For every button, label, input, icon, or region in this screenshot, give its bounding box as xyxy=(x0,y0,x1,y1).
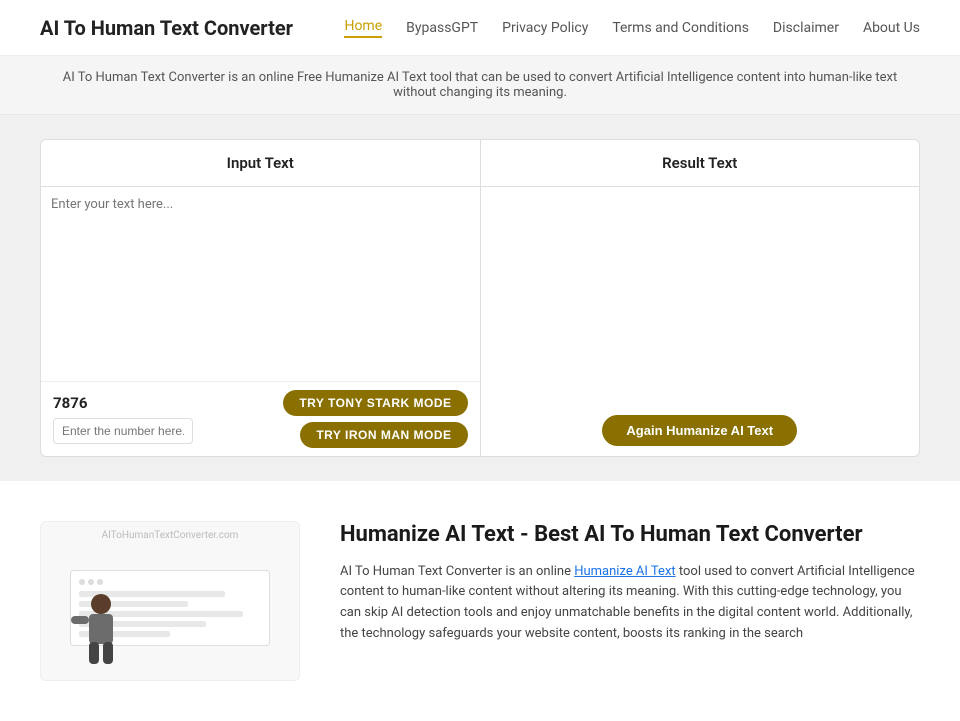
humanize-button[interactable]: Again Humanize AI Text xyxy=(602,415,797,446)
tony-stark-button[interactable]: TRY TONY STARK MODE xyxy=(283,390,467,416)
sub-header-text: AI To Human Text Converter is an online … xyxy=(63,70,898,100)
result-panel-footer: Again Humanize AI Text xyxy=(481,405,920,456)
input-panel-footer: 7876 TRY TONY STARK MODE TRY IRON MAN MO… xyxy=(41,381,480,456)
dot-1 xyxy=(79,579,85,585)
humanize-link[interactable]: Humanize AI Text xyxy=(574,564,675,579)
illus-dots xyxy=(79,579,261,585)
bottom-section: AIToHumanTextConverter.com xyxy=(0,481,960,721)
sub-header-banner: AI To Human Text Converter is an online … xyxy=(0,56,960,115)
dot-3 xyxy=(97,579,103,585)
illustration-area: AIToHumanTextConverter.com xyxy=(40,521,300,681)
main-nav: Home BypassGPT Privacy Policy Terms and … xyxy=(344,18,920,38)
illus-figure xyxy=(61,586,141,680)
nav-privacy[interactable]: Privacy Policy xyxy=(502,20,588,36)
iron-man-button[interactable]: TRY IRON MAN MODE xyxy=(300,422,467,448)
nav-bypassgpt[interactable]: BypassGPT xyxy=(406,20,478,36)
illus-url: AIToHumanTextConverter.com xyxy=(102,530,239,541)
panels-container: Input Text 7876 TRY TONY STARK MODE TRY … xyxy=(40,139,920,457)
result-panel: Result Text Again Humanize AI Text xyxy=(481,140,920,456)
nav-home[interactable]: Home xyxy=(344,18,382,38)
result-textarea[interactable] xyxy=(491,197,910,367)
dot-2 xyxy=(88,579,94,585)
nav-disclaimer[interactable]: Disclaimer xyxy=(773,20,839,36)
result-panel-title: Result Text xyxy=(481,140,920,187)
tool-area: Input Text 7876 TRY TONY STARK MODE TRY … xyxy=(0,115,960,481)
header: AI To Human Text Converter Home BypassGP… xyxy=(0,0,960,56)
nav-terms[interactable]: Terms and Conditions xyxy=(612,20,749,36)
input-panel-body xyxy=(41,187,480,381)
result-panel-body xyxy=(481,187,920,405)
logo: AI To Human Text Converter xyxy=(40,16,293,40)
nav-about[interactable]: About Us xyxy=(863,20,920,36)
number-input[interactable] xyxy=(53,418,193,444)
action-buttons: TRY TONY STARK MODE TRY IRON MAN MODE xyxy=(283,390,467,448)
bottom-heading: Humanize AI Text - Best AI To Human Text… xyxy=(340,521,920,550)
input-textarea[interactable] xyxy=(51,197,470,367)
bottom-paragraph: AI To Human Text Converter is an online … xyxy=(340,562,920,645)
input-panel-title: Input Text xyxy=(41,140,480,187)
char-count: 7876 xyxy=(53,394,193,412)
input-panel: Input Text 7876 TRY TONY STARK MODE TRY … xyxy=(41,140,481,456)
